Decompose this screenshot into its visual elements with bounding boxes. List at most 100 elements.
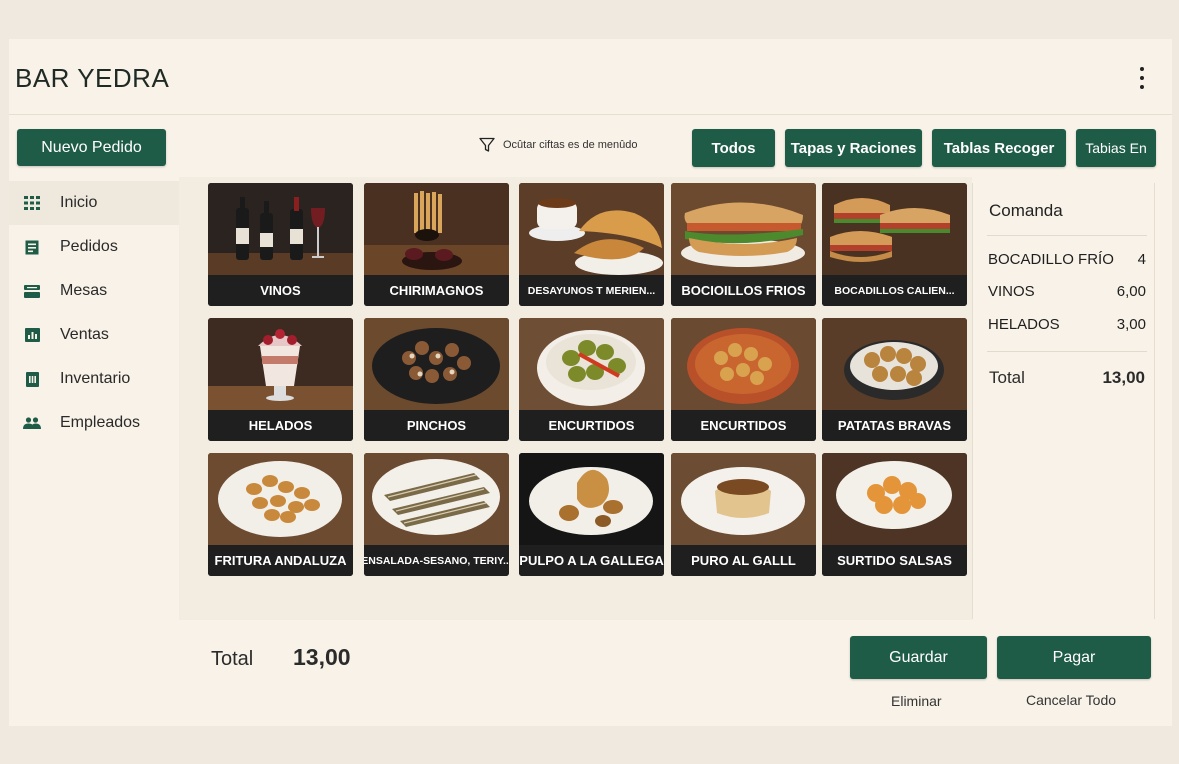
product-tile[interactable]: BOCADILLOS CALIEN... <box>822 183 967 306</box>
order-line-value: 4 <box>1137 251 1146 268</box>
churros-image <box>364 183 509 275</box>
product-tile[interactable]: SURTIDO SALSAS <box>822 453 967 576</box>
order-total-label: Total <box>989 368 1025 387</box>
product-tile[interactable]: FRITURA ANDALUZA <box>208 453 353 576</box>
sidebar-item-inventario[interactable]: Inventario <box>9 357 179 401</box>
olives-image <box>519 318 664 410</box>
sidebar-item-label: Mesas <box>60 282 108 299</box>
product-label: PATATAS BRAVAS <box>822 410 967 441</box>
footer-total-value: 13,00 <box>293 644 351 670</box>
product-tile[interactable]: PURO AL GALLL <box>671 453 816 576</box>
product-tile[interactable]: PULPO A LA GALLEGA <box>519 453 664 576</box>
order-line[interactable]: BOCADILLO FRÍO 4 <box>988 251 1146 268</box>
coffee-croissant-image <box>519 183 664 275</box>
product-tile[interactable]: DESAYUNOS T MERIEN... <box>519 183 664 306</box>
product-label: ENCURTIDOS <box>671 410 816 441</box>
chart-icon <box>23 327 41 343</box>
product-label: SURTIDO SALSAS <box>822 545 967 576</box>
product-label: ENCURTIDOS <box>519 410 664 441</box>
product-label: PINCHOS <box>364 410 509 441</box>
product-label: FRITURA ANDALUZA <box>208 545 353 576</box>
product-label: DESAYUNOS T MERIEN... <box>519 275 664 306</box>
wine-bottles-image <box>208 183 353 275</box>
pos-app: BAR YEDRA Nuevo Pedido Inicio Pedidos Me… <box>9 39 1172 726</box>
sidebar-item-mesas[interactable]: Mesas <box>9 269 179 313</box>
app-title: BAR YEDRA <box>15 63 170 93</box>
pastry-image <box>671 453 816 545</box>
divider <box>987 351 1147 352</box>
sidebar-item-pedidos[interactable]: Pedidos <box>9 225 179 269</box>
sidebar-item-label: Inicio <box>60 194 98 211</box>
filter-label: Ocûtar ciftas es de menûdo <box>503 139 638 151</box>
order-line-name: HELADOS <box>988 316 1060 333</box>
inventory-icon <box>23 371 41 387</box>
sidebar-item-ventas[interactable]: Ventas <box>9 313 179 357</box>
sidebar-item-inicio[interactable]: Inicio <box>9 181 179 225</box>
order-line-name: VINOS <box>988 283 1035 300</box>
order-line[interactable]: VINOS 6,00 <box>988 283 1146 300</box>
product-tile[interactable]: CHIRIMAGNOS <box>364 183 509 306</box>
cold-sandwich-image <box>671 183 816 275</box>
product-tile[interactable]: VINOS <box>208 183 353 306</box>
order-line-value: 3,00 <box>1116 316 1146 333</box>
patatas-bravas-image <box>822 318 967 410</box>
more-options-icon[interactable] <box>1134 65 1150 91</box>
anchovies-salad-image <box>364 453 509 545</box>
delete-link[interactable]: Eliminar <box>891 693 942 709</box>
sidebar: Nuevo Pedido Inicio Pedidos Mesas Ventas… <box>9 115 179 620</box>
pinchos-image <box>364 318 509 410</box>
product-grid: VINOS CHIRIMAGNOS DESAYUNOS T MERIEN... <box>179 177 972 620</box>
sauces-assortment-image <box>822 453 967 545</box>
hot-sandwich-image <box>822 183 967 275</box>
footer-total-label: Total <box>211 648 254 670</box>
product-label: HELADOS <box>208 410 353 441</box>
tab-tablas-recoger[interactable]: Tablas Recoger <box>932 129 1066 167</box>
product-label: PURO AL GALLL <box>671 545 816 576</box>
table-icon <box>23 283 41 299</box>
ice-cream-image <box>208 318 353 410</box>
grid-icon <box>23 195 41 211</box>
sidebar-item-label: Pedidos <box>60 238 118 255</box>
product-label: ENSALADA-SESANO, TERIY... <box>364 545 509 576</box>
product-tile[interactable]: ENCURTIDOS <box>519 318 664 441</box>
order-ticket: Comanda BOCADILLO FRÍO 4 VINOS 6,00 HELA… <box>972 183 1155 619</box>
octopus-image <box>519 453 664 545</box>
order-total-value: 13,00 <box>1102 368 1145 387</box>
tab-tapas-y-raciones[interactable]: Tapas y Raciones <box>785 129 922 167</box>
product-tile[interactable]: ENCURTIDOS <box>671 318 816 441</box>
divider <box>987 235 1147 236</box>
product-tile[interactable]: PATATAS BRAVAS <box>822 318 967 441</box>
sidebar-item-empleados[interactable]: Empleados <box>9 401 179 445</box>
fried-fish-image <box>208 453 353 545</box>
save-button[interactable]: Guardar <box>850 636 987 679</box>
sidebar-item-label: Inventario <box>60 370 131 387</box>
pickles-bowl-image <box>671 318 816 410</box>
product-label: BOCADILLOS CALIEN... <box>822 275 967 306</box>
pay-button[interactable]: Pagar <box>997 636 1151 679</box>
people-icon <box>23 415 41 431</box>
product-label: VINOS <box>208 275 353 306</box>
sidebar-nav: Inicio Pedidos Mesas Ventas Inventario E… <box>9 181 179 445</box>
cancel-all-link[interactable]: Cancelar Todo <box>1026 692 1116 708</box>
order-title: Comanda <box>989 201 1063 220</box>
filter-icon <box>479 137 495 152</box>
order-line-name: BOCADILLO FRÍO <box>988 251 1114 268</box>
sidebar-item-label: Empleados <box>60 414 141 431</box>
sidebar-item-label: Ventas <box>60 326 109 343</box>
order-line[interactable]: HELADOS 3,00 <box>988 316 1146 333</box>
footer-bar: Total 13,00 Guardar Pagar Eliminar Cance… <box>9 620 1172 726</box>
tab-todos[interactable]: Todos <box>692 129 775 167</box>
document-icon <box>23 239 41 255</box>
product-label: BOCIOILLOS FRIOS <box>671 275 816 306</box>
new-order-button[interactable]: Nuevo Pedido <box>17 129 166 166</box>
product-tile[interactable]: BOCIOILLOS FRIOS <box>671 183 816 306</box>
filter-toggle[interactable]: Ocûtar ciftas es de menûdo <box>479 137 638 153</box>
tab-tabias-en[interactable]: Tabias En <box>1076 129 1156 167</box>
product-tile[interactable]: ENSALADA-SESANO, TERIY... <box>364 453 509 576</box>
product-label: CHIRIMAGNOS <box>364 275 509 306</box>
app-header: BAR YEDRA <box>9 39 1172 115</box>
order-line-value: 6,00 <box>1116 283 1146 300</box>
order-total: Total 13,00 <box>989 368 1145 388</box>
product-tile[interactable]: PINCHOS <box>364 318 509 441</box>
product-tile[interactable]: HELADOS <box>208 318 353 441</box>
